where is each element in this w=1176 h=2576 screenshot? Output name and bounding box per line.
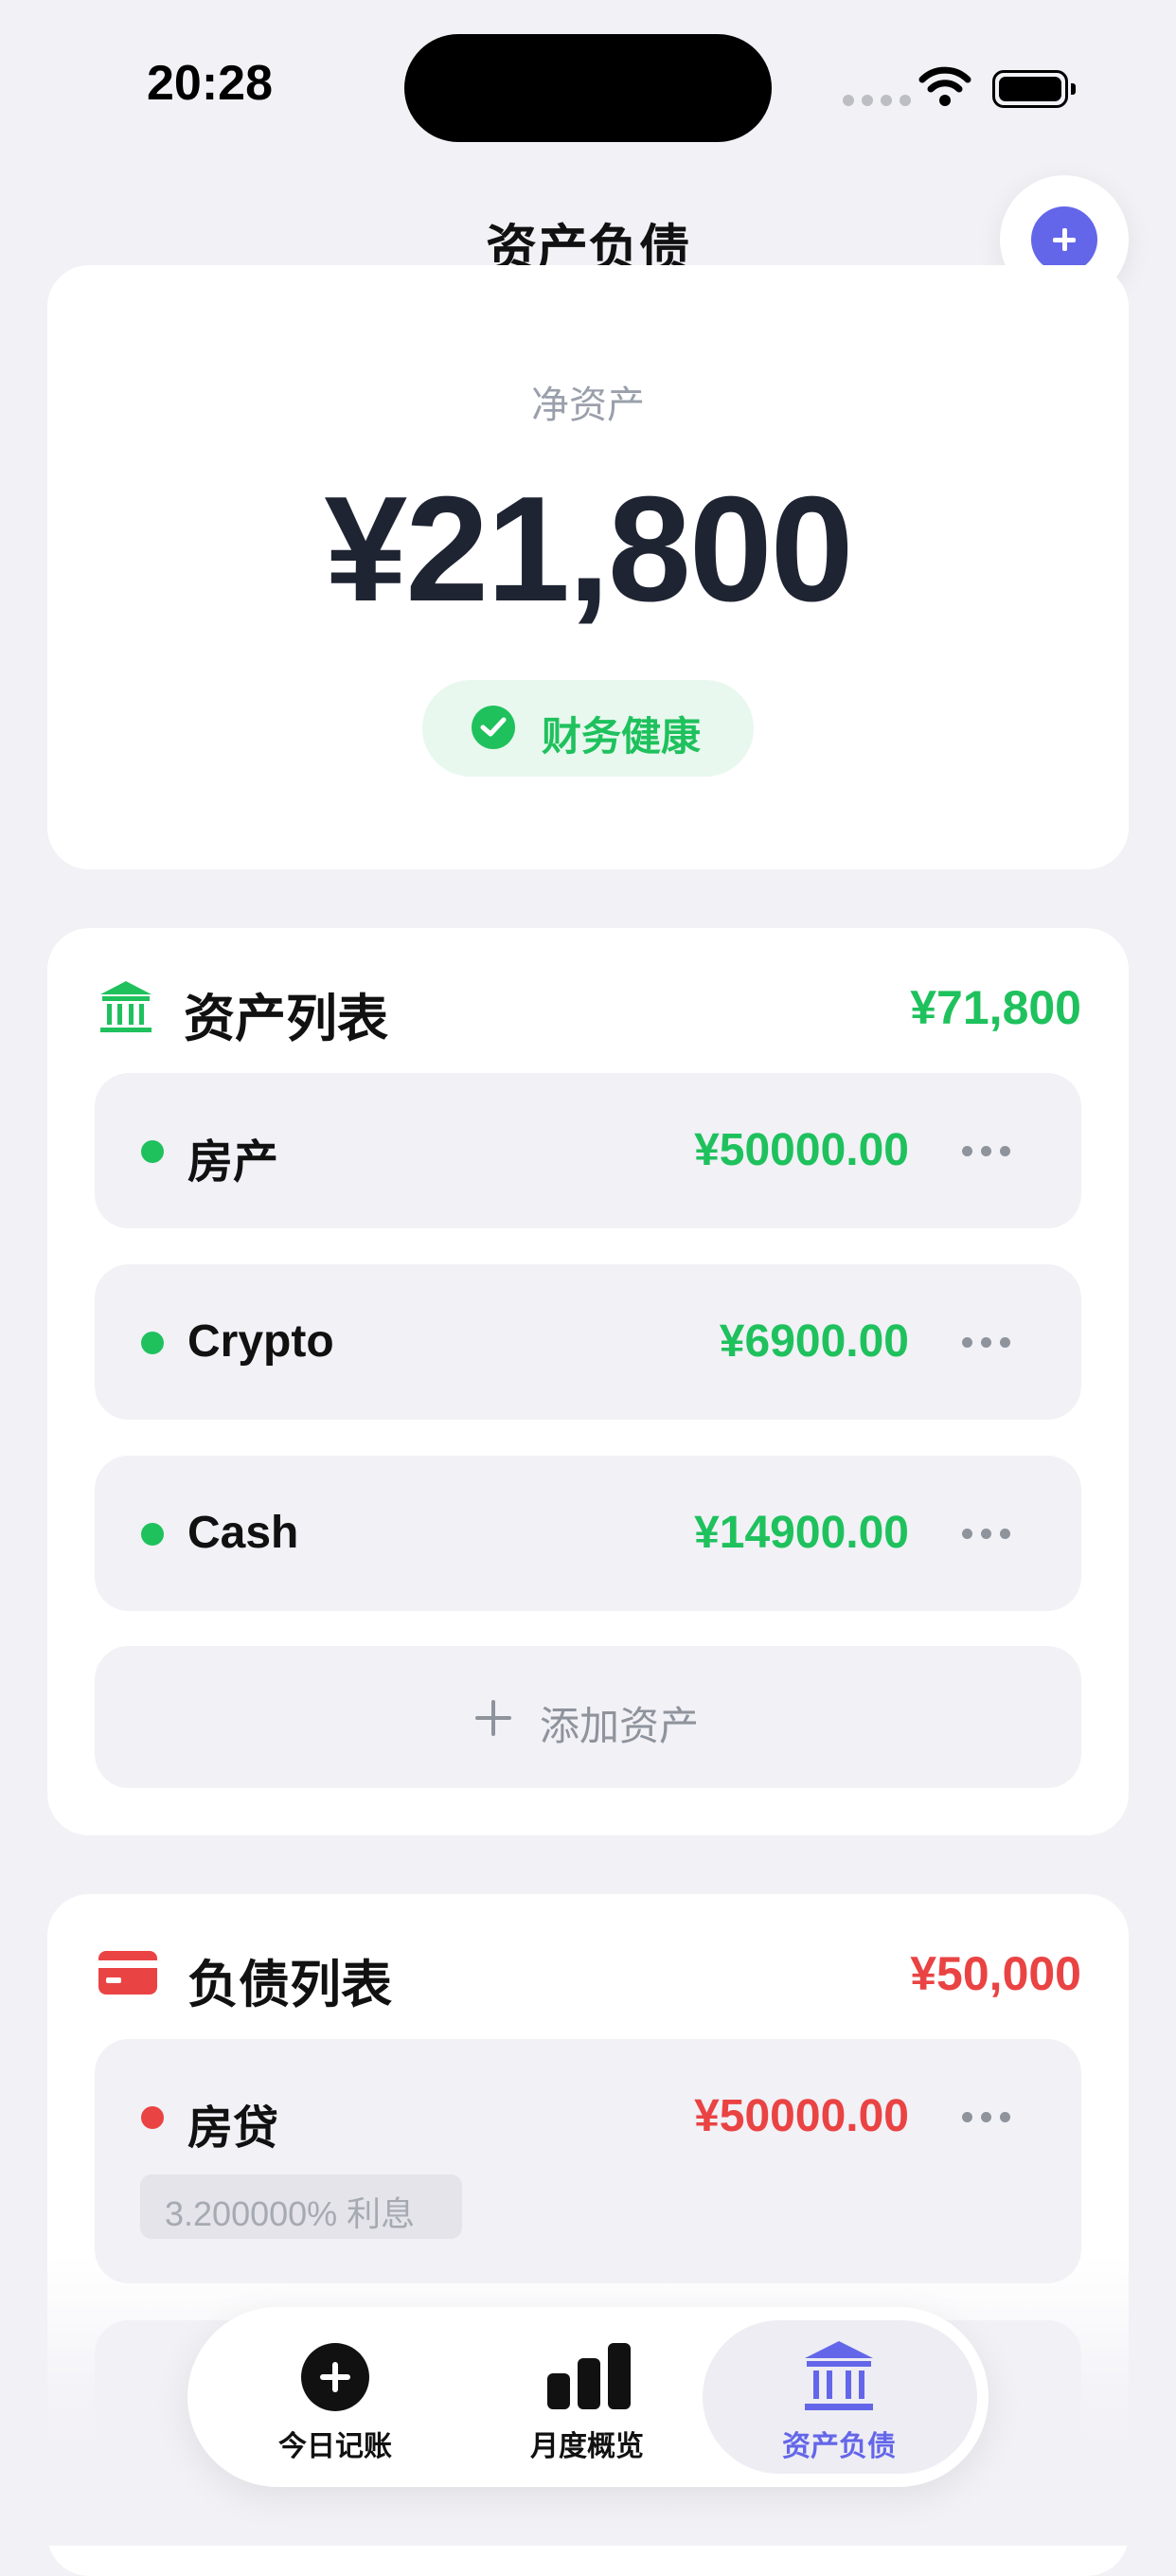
add-asset-label: 添加资产 [540,1704,700,1748]
asset-name: Crypto [187,1316,334,1367]
liabilities-title: 负债列表 [187,1957,392,2013]
status-badge-label: 财务健康 [542,714,702,759]
plus-icon [1031,206,1097,273]
net-worth-value: ¥21,800 [324,466,853,633]
asset-dot [141,1332,164,1354]
tab-label: 今日记账 [278,2431,392,2462]
net-worth-label: 净资产 [531,385,645,426]
tab-label: 月度概览 [530,2431,644,2462]
check-circle-icon [472,706,515,749]
asset-value: ¥50000.00 [694,1125,909,1175]
asset-name: 房产 [187,1137,279,1188]
plus-icon [475,1700,511,1736]
battery-icon [992,70,1076,108]
liability-dot [141,2106,164,2129]
dynamic-island [404,34,772,142]
bank-icon [100,981,151,1032]
asset-name: Cash [187,1508,299,1558]
asset-dot [141,1140,164,1163]
liability-value: ¥50000.00 [694,2091,909,2141]
asset-value: ¥6900.00 [719,1316,909,1367]
asset-dot [141,1523,164,1546]
more-icon[interactable] [962,1146,1019,1157]
plus-circle-icon [301,2343,369,2411]
cellular-signal-icon [843,95,911,106]
liability-row-mortgage[interactable] [95,2039,1081,2283]
more-icon[interactable] [962,2112,1019,2123]
assets-title: 资产列表 [184,991,388,1047]
asset-value: ¥14900.00 [694,1508,909,1558]
wifi-icon [918,66,971,106]
liabilities-total: ¥50,000 [910,1947,1081,2000]
tab-label: 资产负债 [782,2431,896,2462]
bank-icon [805,2341,873,2410]
more-icon[interactable] [962,1529,1019,1540]
assets-total: ¥71,800 [910,981,1081,1034]
bar-chart-icon [547,2343,631,2409]
interest-label: 3.200000% 利息 [165,2194,416,2233]
more-icon[interactable] [962,1337,1019,1349]
credit-card-icon [98,1951,157,1995]
status-time: 20:28 [147,56,273,111]
liability-name: 房贷 [187,2103,279,2154]
